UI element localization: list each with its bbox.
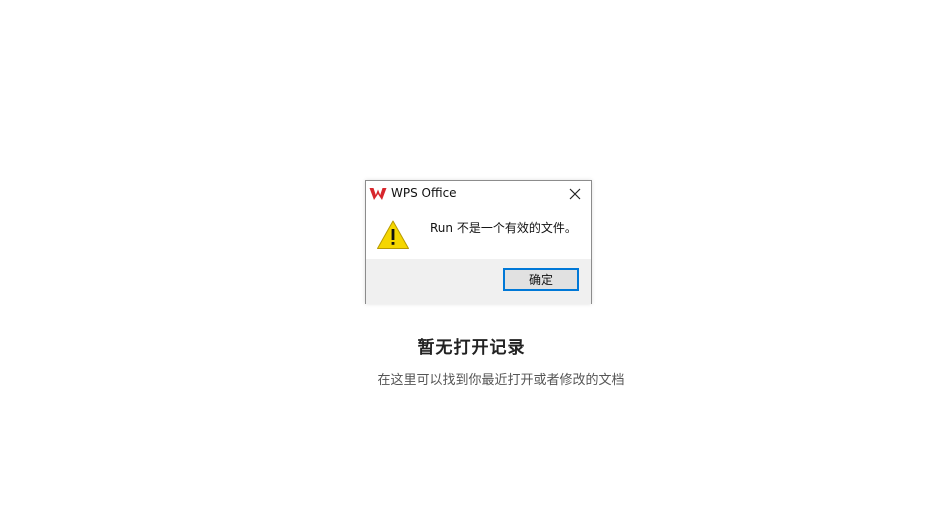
empty-state-title: 暂无打开记录 <box>417 338 526 358</box>
warning-icon <box>377 220 409 249</box>
close-icon <box>569 188 581 200</box>
close-button[interactable] <box>565 184 585 204</box>
main-window: 暂无打开记录 在这里可以找到你最近打开或者修改的文档 WPS Office Ru… <box>0 0 943 527</box>
dialog-footer: 确定 <box>366 259 591 304</box>
error-dialog: WPS Office Run 不是一个有效的文件。 确定 <box>365 180 592 304</box>
empty-state-subtitle: 在这里可以找到你最近打开或者修改的文档 <box>377 373 625 388</box>
dialog-message: Run 不是一个有效的文件。 <box>430 221 577 235</box>
ok-button[interactable]: 确定 <box>503 268 579 291</box>
dialog-title: WPS Office <box>391 186 457 200</box>
dialog-titlebar[interactable]: WPS Office <box>366 181 591 207</box>
wps-logo-icon <box>369 188 387 200</box>
dialog-content: Run 不是一个有效的文件。 <box>366 207 591 259</box>
